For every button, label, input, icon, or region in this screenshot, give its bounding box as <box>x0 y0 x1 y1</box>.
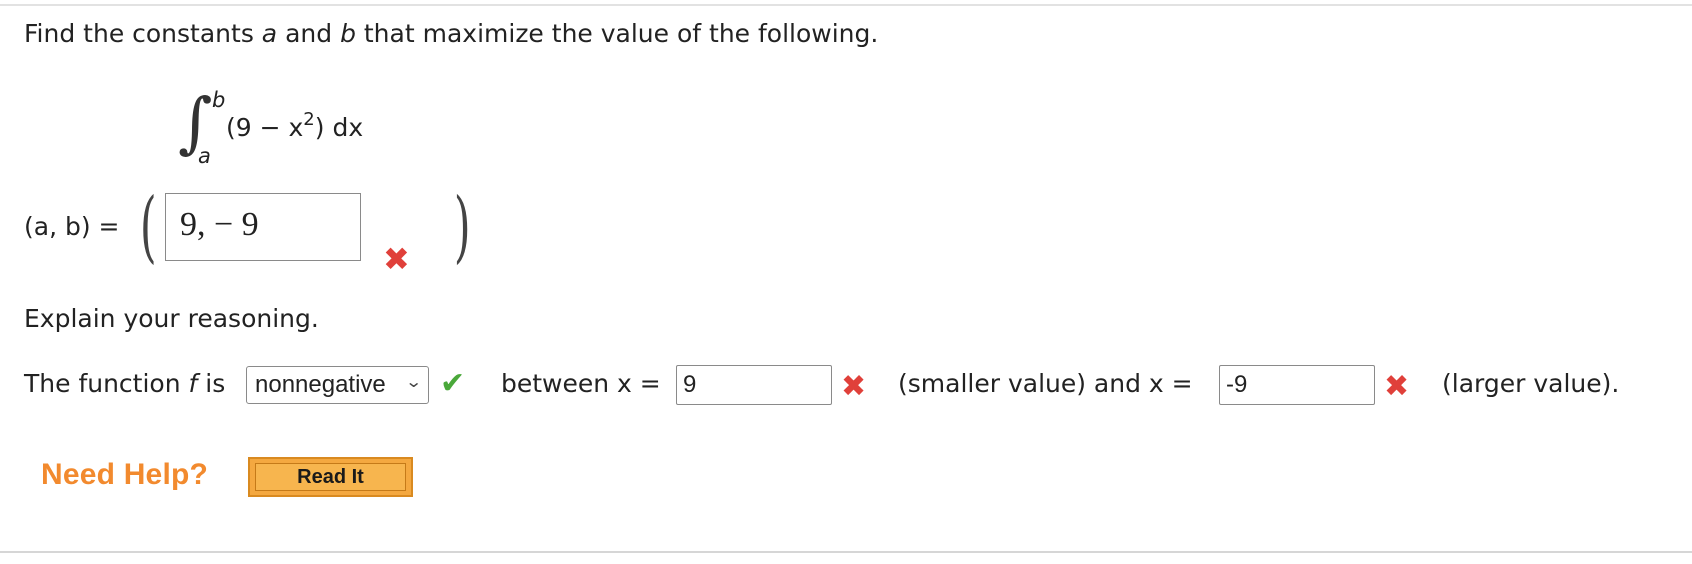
integral-lower-limit: a <box>198 144 211 168</box>
explain-heading: Explain your reasoning. <box>24 304 319 333</box>
larger-value-label: (larger value). <box>1442 369 1620 398</box>
integrand: (9 − x2) dx <box>226 109 363 142</box>
function-variable: f <box>188 369 198 398</box>
read-it-button[interactable]: Read It <box>248 457 413 497</box>
larger-x-input[interactable]: -9 <box>1219 365 1375 405</box>
question-prompt: Find the constants a and b that maximize… <box>24 19 878 49</box>
integrand-end: ) dx <box>314 113 364 142</box>
prompt-text-end: that maximize the value of the following… <box>355 19 879 48</box>
prompt-text-start: Find the constants <box>24 19 262 48</box>
need-help-label: Need Help? <box>41 458 209 491</box>
variable-a: a <box>261 19 278 48</box>
x-mark-icon: ✖ <box>841 369 867 404</box>
between-label: between x = <box>501 369 661 398</box>
read-it-label: Read It <box>255 463 406 491</box>
integrand-exponent: 2 <box>303 109 315 130</box>
right-paren: ) <box>453 182 471 272</box>
answer-label: (a, b) = <box>24 212 120 241</box>
integral-expression: ∫ b a (9 − x2) dx <box>178 84 418 174</box>
variable-b: b <box>340 19 356 48</box>
prompt-text-and: and <box>277 19 341 48</box>
is-text: is <box>197 369 226 398</box>
x-mark-icon: ✖ <box>383 240 410 278</box>
function-sentence-start: The function f is <box>24 369 225 399</box>
integrand-start: (9 − x <box>226 113 304 142</box>
chevron-down-icon: ⌄ <box>404 374 423 391</box>
function-sign-select[interactable]: nonnegative ⌄ <box>246 366 429 404</box>
select-value: nonnegative <box>255 371 386 398</box>
smaller-value-label: (smaller value) and x = <box>898 369 1193 398</box>
left-paren: ( <box>139 182 157 272</box>
x-mark-icon: ✖ <box>1384 369 1410 404</box>
sentence-start-text: The function <box>24 369 189 398</box>
integral-upper-limit: b <box>212 88 226 112</box>
answer-input[interactable]: 9, − 9 <box>165 193 361 261</box>
smaller-x-input[interactable]: 9 <box>676 365 832 405</box>
top-divider <box>0 4 1692 6</box>
check-mark-icon: ✔ <box>440 366 466 401</box>
bottom-divider <box>0 551 1692 553</box>
